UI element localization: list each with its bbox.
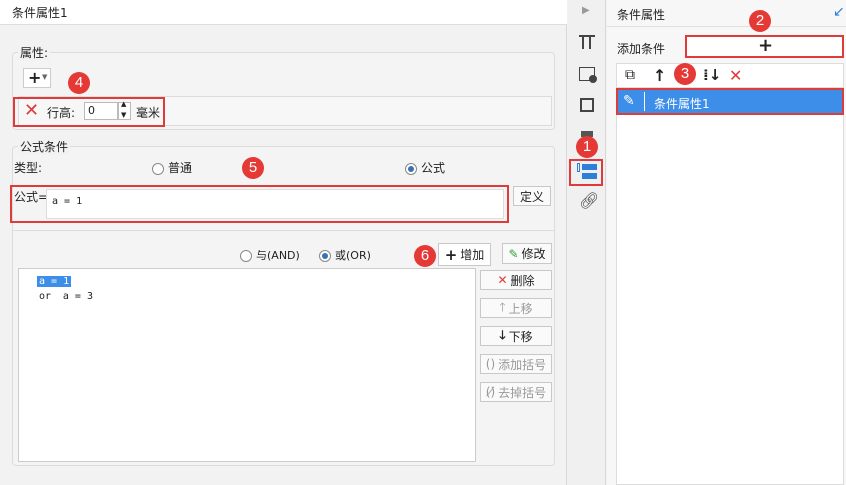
type-formula-radio[interactable]: 公式 [405, 159, 445, 176]
close-icon[interactable]: ✕ [729, 66, 742, 85]
add-condition-label: 添加条件 [617, 42, 666, 56]
annotation-1: 1 [576, 136, 598, 158]
delete-row-height-icon[interactable]: ✕ [24, 102, 39, 120]
apply-icon[interactable]: ↙ [833, 4, 845, 20]
vertical-toolbar: ▶ 🔗︎ 1 [568, 0, 606, 485]
edit-icon[interactable]: ✎ [623, 93, 635, 109]
add-bracket-button[interactable]: () 添加括号 [480, 354, 552, 374]
right-panel: 条件属性 ↙ 添加条件 + 2 ⧉ ↑ ⁞↓ ✕ 3 ✎ 条件属性1 [607, 0, 846, 485]
remove-bracket-button[interactable]: ()̸ 去掉括号 [480, 382, 552, 402]
condition-list-item-label: 条件属性1 [654, 97, 710, 111]
annotation-6: 6 [414, 245, 436, 267]
remove-bracket-icon: ()̸ [485, 385, 496, 399]
define-button[interactable]: 定义 [513, 186, 551, 206]
cell-format-icon[interactable] [579, 35, 595, 51]
item-separator [644, 92, 645, 111]
dialog-title: 条件属性1 [12, 6, 68, 20]
right-panel-title: 条件属性 [617, 8, 666, 22]
condition-line[interactable]: or a = 3 [39, 288, 93, 302]
type-normal-radio[interactable]: 普通 [152, 159, 192, 176]
annotation-3: 3 [674, 63, 696, 85]
spinner-up-icon: ▲ [121, 100, 127, 108]
right-toolbar: ⧉ ↑ ⁞↓ ✕ [616, 63, 844, 88]
collapse-arrow-icon[interactable]: ▶ [582, 5, 590, 16]
type-label: 类型: [14, 161, 43, 175]
move-down-button[interactable]: 🡓 下移 [480, 326, 552, 346]
copy-icon[interactable]: ⧉ [625, 67, 635, 83]
modify-button[interactable]: ✎ 修改 [502, 243, 552, 264]
annotation-4: 4 [68, 72, 90, 94]
row-height-input[interactable]: 0 [84, 102, 118, 120]
dialog-title-bar: 条件属性1 [0, 0, 567, 25]
condition-line[interactable]: a = 1 [37, 273, 72, 287]
add-condition-button[interactable]: + 增加 [438, 243, 491, 266]
annotation-5: 5 [242, 157, 264, 179]
spinner-down-icon: ▼ [121, 111, 127, 119]
condition-list[interactable]: a = 1 or a = 3 [18, 268, 476, 462]
row-height-unit: 毫米 [136, 106, 161, 120]
formula-input[interactable]: a = 1 [46, 189, 504, 219]
annotation-2: 2 [749, 10, 771, 32]
formula-label: 公式= [14, 190, 49, 204]
formula-legend: 公式条件 [18, 138, 71, 155]
edit-icon: ✎ [508, 246, 519, 261]
close-icon: ✕ [497, 273, 508, 287]
bracket-icon: () [485, 357, 496, 371]
row-height-spinner[interactable]: ▲ ▼ [118, 100, 131, 120]
or-radio[interactable]: 或(OR) [319, 247, 371, 263]
arrow-down-icon: 🡓 [499, 327, 506, 342]
row-height-label: 行高: [47, 106, 76, 120]
delete-button[interactable]: ✕ 删除 [480, 270, 552, 290]
attr-legend: 属性: [18, 44, 51, 61]
condition-list-panel [616, 88, 844, 485]
cell-info-icon[interactable] [579, 67, 597, 83]
arrow-up-icon: 🡑 [499, 299, 506, 314]
condition-list-item[interactable]: ✎ 条件属性1 [616, 88, 844, 115]
chevron-down-icon: ▼ [42, 73, 48, 81]
right-divider [607, 26, 846, 27]
move-down-icon[interactable]: ⁞↓ [703, 66, 721, 84]
hyperlink-icon[interactable]: 🔗︎ [579, 191, 599, 210]
plus-icon: + [758, 35, 774, 56]
condition-attribute-icon[interactable] [577, 163, 597, 181]
plus-icon: + [444, 245, 458, 264]
plus-icon: + [28, 68, 42, 87]
add-condition-plus-button[interactable]: + [685, 35, 844, 58]
frame-icon[interactable] [580, 98, 594, 112]
dialog-panel: 条件属性1 属性: + ▼ ✕ 行高: 0 ▲ ▼ 毫米 4 公式条件 类型: … [0, 0, 567, 485]
move-up-button[interactable]: 🡑 上移 [480, 298, 552, 318]
arrow-up-icon[interactable]: ↑ [653, 66, 666, 85]
and-radio[interactable]: 与(AND) [240, 247, 300, 263]
attr-add-dropdown[interactable]: + ▼ [23, 68, 51, 88]
